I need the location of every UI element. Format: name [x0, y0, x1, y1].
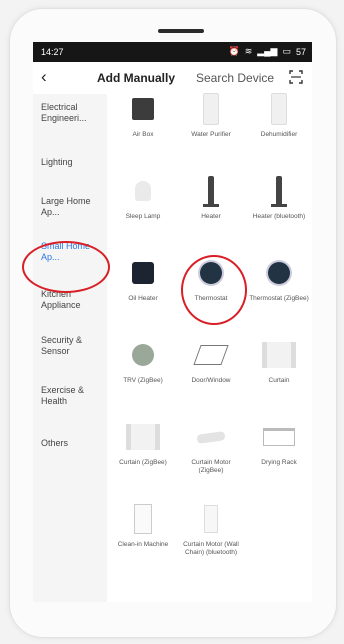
tab-search-device[interactable]: Search Device	[196, 71, 274, 85]
device-label: Oil Heater	[128, 295, 158, 302]
category-sidebar: Electrical Engineeri... Lighting Large H…	[33, 94, 107, 602]
clean-in-machine-icon	[134, 504, 152, 534]
device-heater-bluetooth[interactable]: Heater (bluetooth)	[247, 172, 311, 221]
device-heater[interactable]: Heater	[179, 172, 243, 221]
thermostat-zigbee-icon	[268, 262, 290, 284]
sidebar-item-electrical[interactable]: Electrical Engineeri...	[41, 102, 105, 124]
device-drying-rack[interactable]: Drying Rack	[247, 418, 311, 467]
alarm-icon: ⏰	[228, 46, 240, 56]
sidebar-item-exercise[interactable]: Exercise & Health	[41, 385, 91, 407]
heater-base	[203, 204, 219, 207]
curtain-zigbee-icon	[126, 424, 160, 450]
device-label: Air Box	[132, 131, 154, 138]
device-label: Water Purifier	[191, 131, 231, 138]
sidebar-item-others[interactable]: Others	[41, 438, 105, 449]
device-label: Heater	[201, 213, 221, 220]
sidebar-item-kitchen[interactable]: Kitchen Appliance	[41, 289, 91, 311]
phone-speaker	[158, 29, 204, 33]
app-screen: 14:27 ⏰ ≋ ▂▄▆ ▭ 57 ‹ Add Manually Search…	[33, 42, 312, 602]
sidebar-item-large-home[interactable]: Large Home Ap...	[41, 196, 91, 218]
device-thermostat[interactable]: Thermostat	[179, 254, 243, 303]
device-clean-in-machine[interactable]: Clean-in Machine	[111, 500, 175, 549]
device-curtain-motor-zigbee[interactable]: Curtain Motor (ZigBee)	[179, 418, 243, 475]
back-arrow-icon[interactable]: ‹	[41, 67, 47, 87]
status-bar: 14:27 ⏰ ≋ ▂▄▆ ▭ 57	[33, 42, 312, 62]
device-label: Curtain (ZigBee)	[119, 459, 167, 466]
status-icons: ⏰ ≋ ▂▄▆ ▭ 57	[228, 46, 306, 57]
device-trv-zigbee[interactable]: TRV (ZigBee)	[111, 336, 175, 385]
device-label: Curtain Motor (ZigBee)	[191, 459, 231, 474]
device-label: Curtain	[268, 377, 290, 384]
heater-icon	[208, 176, 214, 206]
device-curtain-zigbee[interactable]: Curtain (ZigBee)	[111, 418, 175, 467]
sidebar-item-security[interactable]: Security & Sensor	[41, 335, 91, 357]
device-label: Drying Rack	[261, 459, 297, 466]
device-air-box[interactable]: Air Box	[111, 90, 175, 139]
device-curtain[interactable]: Curtain	[247, 336, 311, 385]
device-label: Clean-in Machine	[117, 541, 169, 548]
device-label: Thermostat	[194, 295, 228, 302]
air-box-icon	[132, 98, 154, 120]
sleep-lamp-icon	[135, 181, 151, 201]
thermostat-icon	[200, 262, 222, 284]
dehumidifier-icon	[271, 93, 287, 125]
sidebar-item-small-home[interactable]: Small Home Ap...	[41, 241, 91, 263]
water-purifier-icon	[203, 93, 219, 125]
curtain-motor-wall-chain-icon	[204, 505, 218, 533]
device-door-window[interactable]: Door/Window	[179, 336, 243, 385]
device-dehumidifier[interactable]: Dehumidifier	[247, 90, 311, 139]
device-label: Curtain Motor (Wall Chain) (bluetooth)	[183, 541, 239, 556]
device-label: TRV (ZigBee)	[123, 377, 163, 384]
heater-base	[271, 204, 287, 207]
scan-icon[interactable]	[289, 70, 303, 84]
battery-level: 57	[295, 46, 306, 57]
curtain-icon	[262, 342, 296, 368]
device-label: Sleep Lamp	[125, 213, 161, 220]
wifi-icon: ≋	[244, 46, 253, 56]
device-water-purifier[interactable]: Water Purifier	[179, 90, 243, 139]
trv-icon	[132, 344, 154, 366]
sidebar-item-lighting[interactable]: Lighting	[41, 157, 105, 168]
status-time: 14:27	[41, 47, 64, 57]
device-curtain-motor-wall-chain[interactable]: Curtain Motor (Wall Chain) (bluetooth)	[179, 500, 243, 557]
device-label: Dehumidifier	[260, 131, 298, 138]
door-window-icon	[193, 345, 229, 365]
battery-icon: ▭	[282, 46, 291, 56]
device-oil-heater[interactable]: Oil Heater	[111, 254, 175, 303]
device-label: Heater (bluetooth)	[252, 213, 306, 220]
heater-bluetooth-icon	[276, 176, 282, 206]
device-sleep-lamp[interactable]: Sleep Lamp	[111, 172, 175, 221]
device-label: Door/Window	[191, 377, 231, 384]
device-grid: Air Box Water Purifier Dehumidifier Slee…	[107, 93, 312, 602]
curtain-motor-icon	[196, 430, 226, 444]
signal-icon: ▂▄▆	[257, 46, 278, 56]
tab-add-manually[interactable]: Add Manually	[97, 71, 175, 85]
oil-heater-icon	[132, 262, 154, 284]
device-thermostat-zigbee[interactable]: Thermostat (ZigBee)	[247, 254, 311, 303]
device-label: Thermostat (ZigBee)	[249, 295, 309, 302]
drying-rack-icon	[263, 428, 295, 446]
